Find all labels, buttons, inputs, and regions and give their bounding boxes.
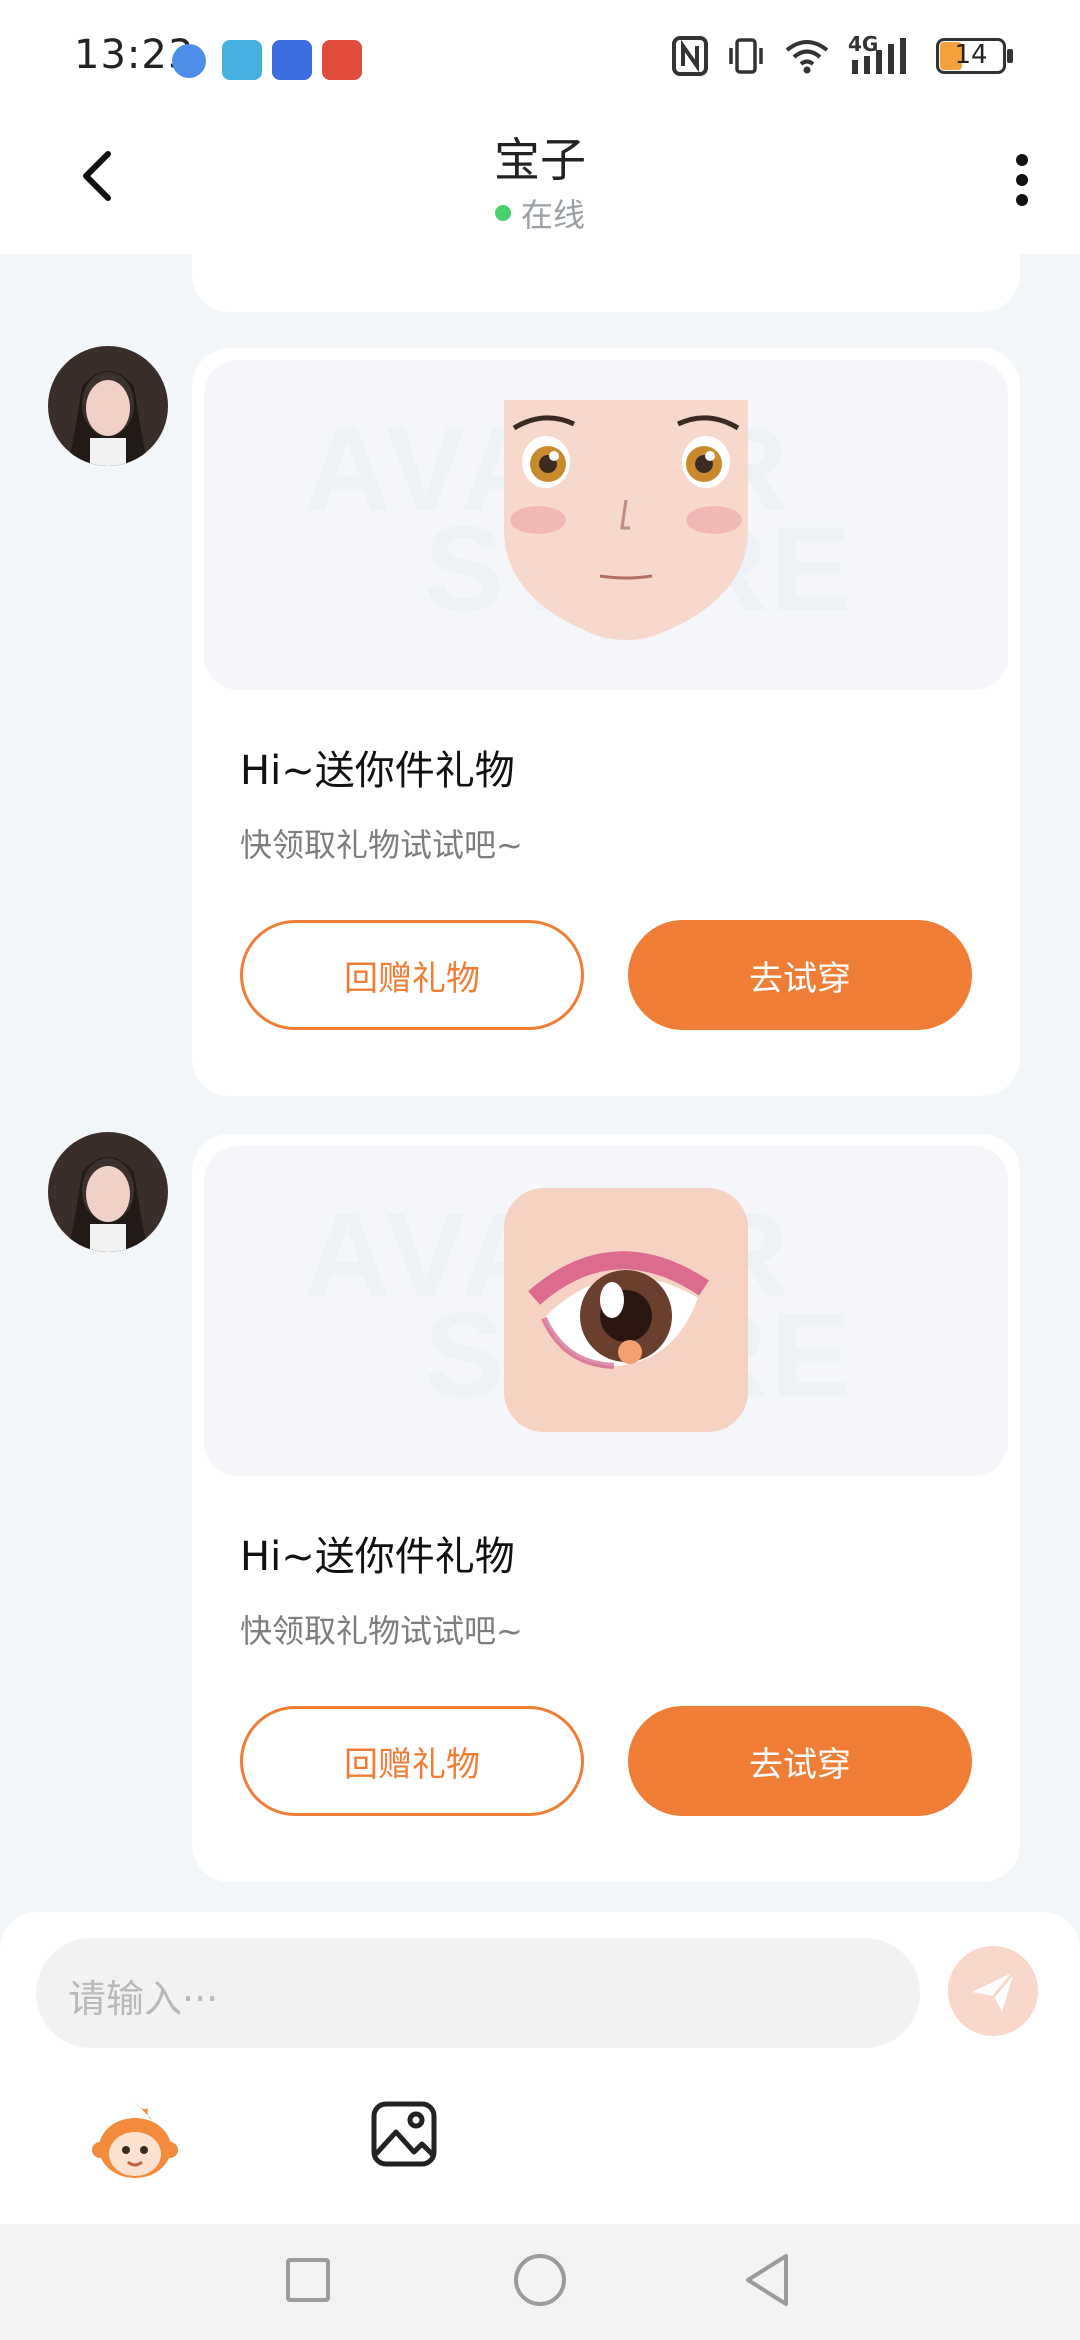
send-icon bbox=[972, 1971, 1016, 2012]
home-button[interactable] bbox=[514, 2254, 566, 2306]
gift-eye-image bbox=[504, 1188, 748, 1432]
online-dot bbox=[494, 205, 511, 221]
image-picker-icon[interactable] bbox=[370, 2100, 438, 2168]
status-icons: 4G 14 bbox=[672, 32, 1014, 76]
previous-message-bubble bbox=[192, 230, 1020, 312]
vibrate-icon bbox=[729, 38, 763, 74]
avatar-sticker-icon[interactable] bbox=[92, 2098, 178, 2184]
battery-level: 14 bbox=[954, 40, 988, 70]
wifi-icon bbox=[785, 40, 829, 74]
battery-icon: 14 bbox=[936, 38, 1014, 74]
nfc-icon bbox=[672, 36, 708, 76]
video-app-icon bbox=[322, 40, 362, 80]
gift-preview: AVATAR STORE bbox=[204, 360, 1008, 690]
sender-avatar[interactable] bbox=[48, 346, 168, 466]
recent-apps-button[interactable] bbox=[286, 2258, 330, 2302]
store-app-icon bbox=[272, 40, 312, 80]
book-app-icon bbox=[222, 40, 262, 80]
try-on-button[interactable]: 去试穿 bbox=[628, 1706, 972, 1816]
gift-title: Hi~送你件礼物 bbox=[240, 748, 515, 794]
sender-avatar[interactable] bbox=[48, 1132, 168, 1252]
gift-card: AVATAR STORE Hi~送你件礼物 快领取礼物试试吧~ 回赠礼物 去试穿 bbox=[192, 1134, 1020, 1882]
return-gift-button[interactable]: 回赠礼物 bbox=[240, 1706, 584, 1816]
message-input-placeholder: 请输入··· bbox=[68, 1977, 219, 2021]
gift-face-image bbox=[504, 400, 748, 640]
nav-back-icon[interactable] bbox=[742, 2252, 792, 2308]
browser-app-icon bbox=[172, 44, 206, 78]
send-button[interactable] bbox=[948, 1946, 1038, 2036]
return-gift-button[interactable]: 回赠礼物 bbox=[240, 920, 584, 1030]
gift-title: Hi~送你件礼物 bbox=[240, 1534, 515, 1580]
more-options-icon[interactable] bbox=[992, 150, 1052, 210]
try-on-button[interactable]: 去试穿 bbox=[628, 920, 972, 1030]
gift-preview: AVATAR STORE bbox=[204, 1146, 1008, 1476]
gift-card: AVATAR STORE Hi~送你件礼物 快领取礼物试试吧~ 回赠礼物 去试穿 bbox=[192, 348, 1020, 1096]
contact-name: 宝子 bbox=[494, 133, 586, 187]
gift-subtitle: 快领取礼物试试吧~ bbox=[240, 1612, 523, 1650]
signal-icon: 4G bbox=[848, 32, 918, 76]
gift-subtitle: 快领取礼物试试吧~ bbox=[240, 826, 523, 864]
